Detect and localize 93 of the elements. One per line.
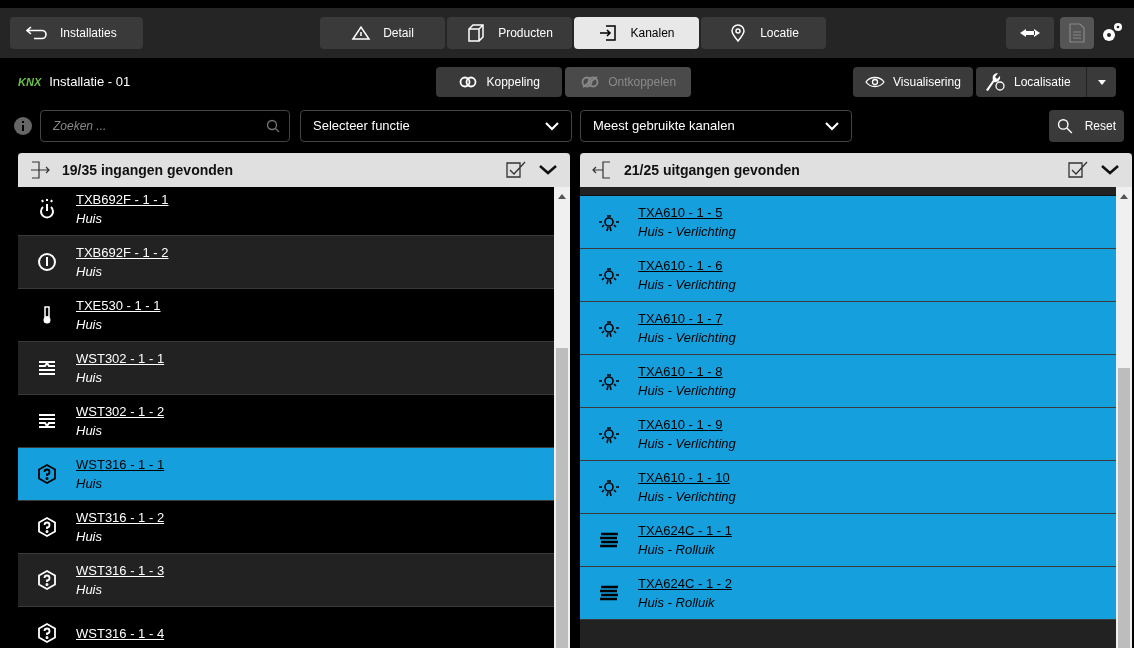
select-all-checkbox-icon[interactable] — [1068, 161, 1088, 179]
channel-row[interactable]: TXA610 - 1 - 10 Huis - Verlichting — [580, 461, 1116, 514]
nav-tab[interactable]: Kanalen — [574, 17, 699, 49]
channel-link[interactable]: TXA624C - 1 - 2 — [638, 574, 732, 593]
output-arrow-icon — [592, 160, 612, 180]
channel-link[interactable]: WST316 - 1 - 2 — [76, 508, 165, 527]
channel-link[interactable]: TXA624C - 1 - 1 — [638, 521, 732, 540]
channel-location: Huis - Verlichting — [638, 488, 736, 506]
channel-location: Huis - Verlichting — [638, 382, 736, 400]
channel-location: Huis — [76, 475, 103, 493]
channel-row[interactable]: TXA610 - 1 - 8 Huis - Verlichting — [580, 355, 1116, 408]
eye-icon — [865, 76, 885, 88]
channel-location: Huis — [76, 369, 103, 387]
wrench-icon — [984, 72, 1006, 92]
chevron-down-icon — [825, 121, 839, 131]
channel-location: Huis — [76, 210, 103, 228]
channel-link[interactable]: TXA610 - 1 - 10 — [638, 468, 736, 487]
channel-link[interactable]: TXB692F - 1 - 1 — [76, 190, 169, 209]
scrollbar[interactable] — [554, 187, 570, 648]
channel-row[interactable]: WST316 - 1 - 3 Huis — [18, 554, 554, 607]
function-select[interactable]: Selecteer functie — [300, 110, 572, 142]
channel-link[interactable]: WST302 - 1 - 1 — [76, 349, 165, 368]
search-icon — [1057, 116, 1073, 136]
scroll-up-icon[interactable] — [558, 193, 566, 199]
nav-tab[interactable]: Locatie — [701, 17, 826, 49]
back-arrow-icon — [26, 26, 48, 40]
localisation-button[interactable]: Localisatie — [976, 67, 1086, 97]
document-icon — [1069, 23, 1085, 43]
channel-link[interactable]: TXA610 - 1 - 7 — [638, 309, 736, 328]
question-hexagon-icon — [36, 622, 58, 644]
info-icon[interactable] — [14, 117, 32, 135]
channel-link[interactable]: TXA610 - 1 - 6 — [638, 256, 736, 275]
channel-location: Huis - Verlichting — [638, 329, 736, 347]
double-arrow-icon — [1020, 28, 1040, 38]
box-icon — [466, 23, 487, 43]
nav-tab[interactable]: Detail — [320, 17, 445, 49]
channel-link[interactable]: WST302 - 1 - 2 — [76, 402, 165, 421]
channel-link[interactable]: TXA610 - 1 - 9 — [638, 415, 736, 434]
channel-link[interactable]: WST316 - 1 - 3 — [76, 561, 165, 580]
chevron-down-icon — [545, 121, 559, 131]
question-hexagon-icon — [36, 569, 58, 591]
channel-row[interactable]: TXA624C - 1 - 2 Huis - Rolluik — [580, 567, 1116, 620]
channel-location: Huis - Verlichting — [638, 223, 736, 241]
channel-row[interactable]: WST316 - 1 - 1 Huis — [18, 448, 554, 501]
scrollbar-thumb[interactable] — [1118, 368, 1130, 648]
scroll-up-icon[interactable] — [1120, 193, 1128, 199]
knx-logo: KNX — [18, 74, 42, 90]
power-icon — [36, 251, 58, 273]
link-rings-icon — [580, 76, 601, 88]
channel-row[interactable]: TXB692F - 1 - 2 Huis — [18, 236, 554, 289]
link-rings-icon — [458, 76, 479, 88]
channel-link[interactable]: TXA610 - 1 - 5 — [638, 203, 736, 222]
channel-location: Huis — [76, 581, 103, 599]
channel-location: Huis — [76, 422, 103, 440]
reset-button[interactable]: Reset — [1049, 110, 1124, 142]
channel-row[interactable]: TXA624C - 1 - 1 Huis - Rolluik — [580, 514, 1116, 567]
channel-row[interactable]: WST302 - 1 - 1 Huis — [18, 342, 554, 395]
channel-location: Huis — [76, 263, 103, 281]
channel-location: Huis — [76, 316, 103, 334]
panel-title: 21/25 uitgangen gevonden — [624, 160, 801, 180]
search-field[interactable]: Zoeken ... — [40, 110, 290, 142]
channel-row[interactable]: TXA610 - 1 - 5 Huis - Verlichting — [580, 196, 1116, 249]
action-button[interactable]: Koppeling — [436, 67, 563, 97]
channel-select[interactable]: Meest gebruikte kanalen — [580, 110, 852, 142]
question-hexagon-icon — [36, 463, 58, 485]
channel-location: Huis — [76, 528, 103, 546]
question-hexagon-icon — [36, 516, 58, 538]
channel-icon — [598, 23, 619, 43]
channel-link[interactable]: TXB692F - 1 - 2 — [76, 243, 169, 262]
installation-name: Installatie - 01 — [49, 73, 131, 92]
nav-tab[interactable]: Producten — [447, 17, 572, 49]
channel-link[interactable]: TXE530 - 1 - 1 — [76, 296, 161, 315]
channel-location: Huis - Verlichting — [638, 276, 736, 294]
channel-link[interactable]: WST316 - 1 - 4 — [76, 623, 165, 643]
channel-row[interactable]: TXA610 - 1 - 7 Huis - Verlichting — [580, 302, 1116, 355]
channel-location: Huis - Verlichting — [638, 435, 736, 453]
channel-location: Huis - Rolluik — [638, 541, 716, 559]
input-arrow-icon — [30, 160, 50, 180]
scrollbar-thumb[interactable] — [556, 348, 568, 648]
panel-title: 19/35 ingangen gevonden — [62, 160, 235, 180]
channel-row[interactable]: TXA610 - 1 - 6 Huis - Verlichting — [580, 249, 1116, 302]
back-button[interactable]: Installaties — [10, 17, 143, 49]
channel-link[interactable]: TXA610 - 1 - 8 — [638, 362, 736, 381]
search-icon — [266, 119, 280, 133]
visualisation-button[interactable]: Visualisering — [853, 67, 973, 97]
chevron-down-icon[interactable] — [1100, 164, 1120, 176]
channel-row[interactable]: TXA610 - 1 - 9 Huis - Verlichting — [580, 408, 1116, 461]
chevron-down-icon[interactable] — [538, 164, 558, 176]
scrollbar[interactable] — [1116, 187, 1132, 648]
select-all-checkbox-icon[interactable] — [506, 161, 526, 179]
channel-link[interactable]: WST316 - 1 - 1 — [76, 455, 165, 474]
channel-location: Huis - Rolluik — [638, 594, 716, 612]
caret-icon — [1097, 79, 1106, 85]
